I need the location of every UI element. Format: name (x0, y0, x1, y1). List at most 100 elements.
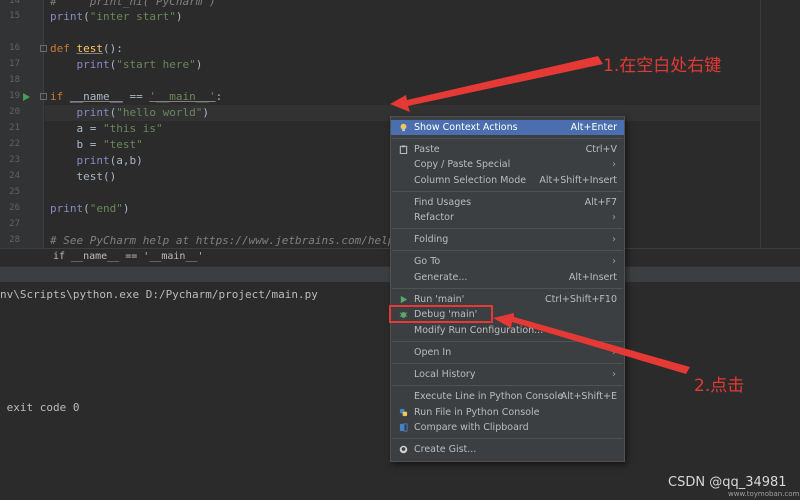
annotation-step-2: 2.点击 (694, 376, 745, 396)
token: print (76, 106, 110, 119)
line-number: 18 (9, 75, 20, 85)
chevron-right-icon: › (612, 347, 616, 358)
menu-item-compare-with-clipboard[interactable]: Compare with Clipboard (391, 420, 624, 435)
token: if (50, 90, 64, 103)
menu-item-label: Column Selection Mode (414, 175, 527, 186)
code-line-19: if __name__ == '__main__': (50, 89, 222, 105)
chevron-right-icon: › (612, 234, 616, 245)
menu-item-column-selection-mode[interactable]: Column Selection Mode Alt+Shift+Insert (391, 173, 624, 188)
github-icon (399, 445, 408, 454)
watermark-small: www.toymoban.com (728, 490, 800, 498)
menu-item-label: Create Gist... (414, 444, 477, 455)
token: (a,b) (109, 154, 143, 167)
menu-item-local-history[interactable]: Local History › (391, 367, 624, 382)
menu-separator (392, 385, 623, 386)
menu-item-label: Open In (414, 347, 452, 358)
token: "this is" (103, 122, 163, 135)
token: a = (76, 122, 103, 135)
code-line-17: print("start here") (76, 58, 203, 71)
token: print (76, 58, 110, 71)
code-line-16: def test(): (50, 41, 123, 57)
menu-item-label: Compare with Clipboard (414, 422, 529, 433)
token: print (76, 154, 110, 167)
menu-item-shortcut: Alt+Shift+E (560, 391, 617, 402)
menu-item-create-gist[interactable]: Create Gist... (391, 442, 624, 457)
token: print (50, 202, 84, 215)
menu-item-label: Local History (414, 369, 476, 380)
code-line-23: print(a,b) (50, 153, 143, 169)
run-gutter-icon[interactable] (23, 93, 30, 101)
line-number: 15 (9, 11, 20, 21)
annotation-step-1: 1.在空白处右键 (603, 56, 722, 76)
watermark: CSDN @qq_34981 (668, 475, 787, 490)
menu-item-open-in[interactable]: Open In › (391, 345, 624, 360)
menu-item-label: Run File in Python Console (414, 407, 540, 418)
menu-item-shortcut: Alt+Shift+Insert (539, 175, 617, 186)
code-line-21: a = "this is" (50, 121, 163, 137)
fold-marker-icon[interactable] (40, 93, 47, 100)
menu-item-show-context-actions[interactable]: Show Context Actions Alt+Enter (391, 120, 624, 135)
console-command-line: nv\Scripts\python.exe D:/Pycharm/project… (0, 288, 318, 301)
token: test (76, 42, 104, 55)
context-menu[interactable]: Show Context Actions Alt+Enter Paste Ctr… (390, 116, 625, 462)
python-icon (399, 408, 408, 417)
menu-separator (392, 191, 623, 192)
menu-item-folding[interactable]: Folding › (391, 232, 624, 247)
annotation-highlight-box (389, 305, 493, 323)
fold-marker-icon[interactable] (40, 45, 47, 52)
menu-item-label: Modify Run Configuration... (414, 325, 544, 336)
line-number: 23 (9, 155, 20, 165)
line-number: 27 (9, 219, 20, 229)
token: test() (76, 170, 117, 183)
menu-item-label: Execute Line in Python Console (414, 391, 564, 402)
menu-item-refactor[interactable]: Refactor › (391, 210, 624, 225)
line-number: 28 (9, 235, 20, 245)
run-icon (400, 295, 408, 304)
menu-item-go-to[interactable]: Go To › (391, 254, 624, 269)
line-number: 19 (9, 91, 20, 101)
chevron-right-icon: › (612, 212, 616, 223)
token: __name__ (69, 90, 123, 103)
line-number: 25 (9, 187, 20, 197)
menu-item-modify-run-configuration[interactable]: Modify Run Configuration... (391, 323, 624, 338)
chevron-right-icon: › (612, 256, 616, 267)
code-line-20: print("hello world") (76, 106, 209, 119)
console-exit-line: exit code 0 (0, 401, 80, 414)
code-line-22: b = "test" (50, 137, 143, 153)
menu-item-generate[interactable]: Generate... Alt+Insert (391, 270, 624, 285)
menu-separator (392, 288, 623, 289)
menu-separator (392, 228, 623, 229)
token: "start here" (116, 58, 196, 71)
line-number: 14 (9, 0, 20, 6)
token: (): (103, 42, 123, 55)
menu-item-run-file-in-python-console[interactable]: Run File in Python Console (391, 405, 624, 420)
menu-item-label: Go To (414, 256, 441, 267)
token: "end" (89, 202, 123, 215)
line-number: 16 (9, 43, 20, 53)
menu-item-label: Show Context Actions (414, 122, 518, 133)
compare-icon (399, 423, 408, 432)
chevron-right-icon: › (612, 369, 616, 380)
token: == (122, 90, 150, 103)
menu-item-label: Find Usages (414, 197, 472, 208)
menu-item-paste[interactable]: Paste Ctrl+V (391, 142, 624, 157)
menu-item-shortcut: Ctrl+Shift+F10 (545, 294, 617, 305)
menu-item-find-usages[interactable]: Find Usages Alt+F7 (391, 195, 624, 210)
bulb-icon (400, 123, 407, 132)
menu-item-copy-paste-special[interactable]: Copy / Paste Special › (391, 157, 624, 172)
line-number: 22 (9, 139, 20, 149)
menu-item-execute-line-in-python-console[interactable]: Execute Line in Python Console Alt+Shift… (391, 389, 624, 404)
menu-item-label: Refactor (414, 212, 454, 223)
line-number: 26 (9, 203, 20, 213)
menu-item-shortcut: Ctrl+V (585, 144, 617, 155)
menu-separator (392, 250, 623, 251)
code-line-26: print("end") (50, 202, 130, 215)
token: b = (76, 138, 103, 151)
breadcrumb-item[interactable]: if __name__ == '__main__' (53, 251, 204, 262)
code-line-24: test() (50, 169, 117, 185)
line-number: 17 (9, 59, 20, 69)
line-number: 21 (9, 123, 20, 133)
menu-separator (392, 138, 623, 139)
menu-item-shortcut: Alt+Insert (568, 272, 617, 283)
token: "hello world" (116, 106, 203, 119)
